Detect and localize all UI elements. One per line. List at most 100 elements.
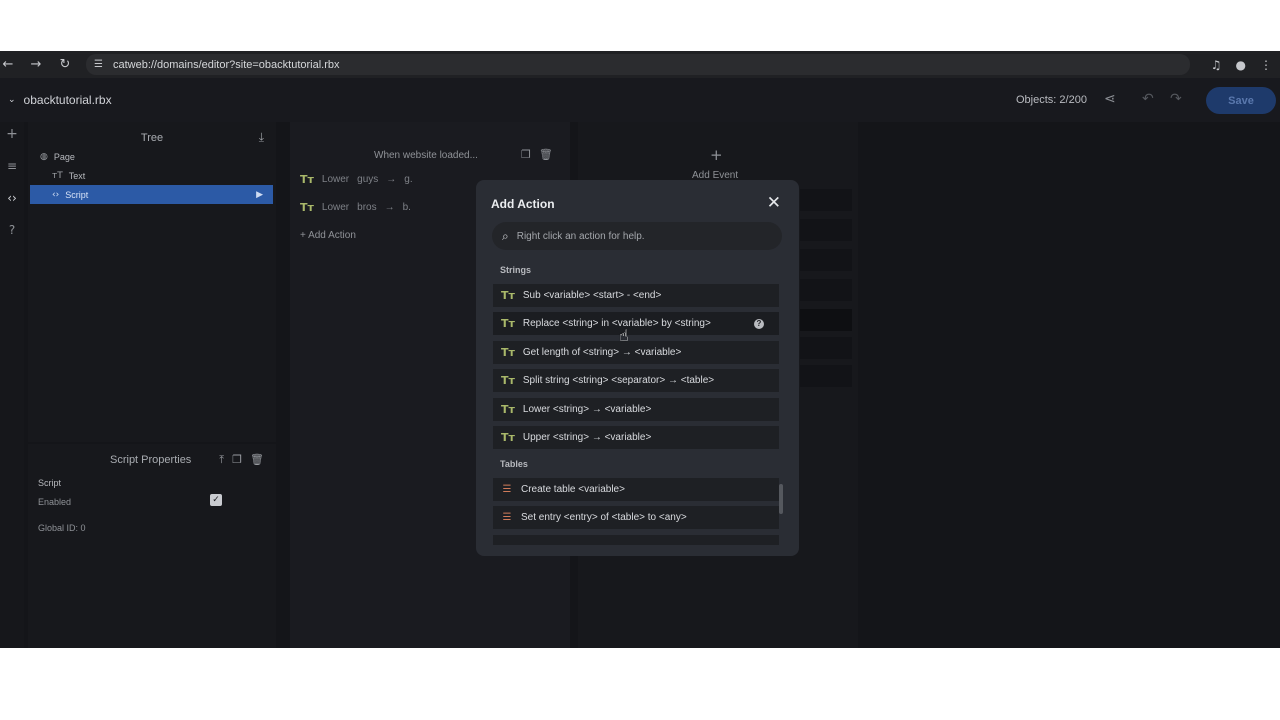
browser-extensions: ♫ ● ⋮: [1211, 51, 1280, 78]
text-icon: ᴛT: [52, 171, 63, 181]
objects-count: Objects: 2/200: [1016, 94, 1087, 106]
action-item[interactable]: Tт Upper <string> → <variable>: [493, 426, 779, 449]
share-icon[interactable]: ⋖: [1104, 91, 1116, 107]
code-icon: ‹›: [52, 189, 60, 200]
global-id: Global ID: 0: [38, 523, 86, 533]
forward-icon[interactable]: →: [22, 57, 50, 72]
action-verb: Lower: [321, 173, 350, 185]
action-label: Sub <variable> <start> - <end>: [522, 290, 662, 301]
site-settings-icon[interactable]: ☰: [94, 59, 103, 70]
event-header: When website loaded...: [374, 150, 478, 161]
undo-icon[interactable]: ↶: [1142, 91, 1154, 107]
dialog-title: Add Action: [491, 197, 555, 211]
help-icon[interactable]: ?: [754, 318, 764, 329]
url-text: catweb://domains/editor?site=obacktutori…: [112, 58, 340, 71]
plus-icon[interactable]: +: [710, 146, 723, 164]
browser-toolbar: ← → ↻ ☰ catweb://domains/editor?site=oba…: [0, 51, 1280, 78]
globe-icon: ◍: [40, 152, 48, 162]
editor-header: ⌄ obacktutorial.rbx Objects: 2/200 ⋖ ↶ ↷…: [0, 78, 1280, 122]
search-icon: ⌕: [502, 228, 509, 243]
mic-icon[interactable]: ●: [1236, 58, 1246, 72]
action-item[interactable]: Tт Split string <string> <separator> → <…: [493, 369, 779, 392]
string-icon: Tт: [501, 317, 515, 330]
string-icon: Tт: [501, 346, 515, 359]
tree-item-page[interactable]: ◍ Page: [40, 152, 75, 162]
event-action-row[interactable]: Tт Lower guys → g.: [300, 169, 413, 189]
help-icon[interactable]: ?: [0, 223, 24, 237]
action-label: Set entry <entry> of <table> to <any>: [521, 512, 687, 523]
string-icon: Tт: [300, 200, 314, 214]
action-arg: guys: [357, 173, 379, 185]
event-slot: [800, 309, 852, 331]
properties-title: Script Properties: [110, 454, 192, 466]
event-actions: ❐ 🗑: [521, 148, 553, 161]
upload-icon[interactable]: ⤒: [219, 453, 224, 467]
chevron-down-icon: ⌄: [8, 95, 16, 105]
properties-section: Script: [38, 478, 62, 488]
arrow-icon: →: [384, 201, 395, 213]
action-label: Replace <string> in <variable> by <strin…: [522, 318, 711, 329]
menu-icon[interactable]: ⋮: [1260, 58, 1272, 72]
left-rail: + ≡ ‹› ?: [0, 122, 24, 648]
event-slot: [800, 279, 852, 301]
action-label: Split string <string> <separator> → <tab…: [522, 375, 715, 386]
action-verb: Lower: [321, 201, 350, 213]
search-box[interactable]: ⌕: [492, 222, 782, 250]
tree-item-label: Script: [65, 189, 89, 200]
action-label: Get length of <string> → <variable>: [522, 347, 682, 358]
action-label: Lower <string> → <variable>: [522, 404, 652, 415]
site-selector[interactable]: ⌄ obacktutorial.rbx: [8, 93, 112, 107]
event-slot: [800, 365, 852, 387]
tree-item-script[interactable]: ‹› Script ▶: [30, 185, 273, 204]
play-icon[interactable]: ▶: [256, 189, 263, 200]
save-button[interactable]: Save: [1206, 87, 1276, 114]
playlist-icon[interactable]: ♫: [1211, 58, 1222, 72]
trash-icon[interactable]: 🗑: [250, 453, 264, 467]
pointer-cursor-icon: ☝: [619, 326, 629, 345]
close-icon[interactable]: ✕: [767, 193, 781, 213]
action-item[interactable]: Tт Lower <string> → <variable>: [493, 398, 779, 421]
tree-panel: Tree ⤓ ◍ Page ᴛT Text ‹› Script ▶: [28, 122, 276, 442]
search-input[interactable]: [516, 230, 757, 242]
table-icon: ☰: [502, 512, 512, 523]
enabled-checkbox[interactable]: ✓: [210, 494, 222, 506]
trash-icon[interactable]: 🗑: [539, 148, 553, 161]
address-bar[interactable]: ☰ catweb://domains/editor?site=obacktuto…: [86, 54, 1190, 75]
action-label: Create table <variable>: [521, 484, 625, 495]
app-window: ← → ↻ ☰ catweb://domains/editor?site=oba…: [0, 51, 1280, 648]
action-item[interactable]: Tт Get length of <string> → <variable>: [493, 341, 779, 364]
action-item[interactable]: Tт Sub <variable> <start> - <end>: [493, 284, 779, 307]
site-name: obacktutorial.rbx: [23, 93, 112, 107]
add-action-link[interactable]: + Add Action: [300, 230, 356, 241]
action-item-partial[interactable]: [493, 535, 779, 545]
script-properties-panel: Script Properties ⤒ ❐ 🗑 Script Enabled ✓…: [28, 444, 276, 648]
string-icon: Tт: [300, 172, 314, 186]
copy-icon[interactable]: ❐: [521, 148, 531, 161]
string-icon: Tт: [501, 403, 515, 416]
copy-icon[interactable]: ❐: [232, 453, 242, 467]
scrollbar[interactable]: [779, 484, 783, 514]
reload-icon[interactable]: ↻: [51, 57, 79, 72]
section-label-strings: Strings: [500, 265, 532, 275]
string-icon: Tт: [501, 289, 515, 302]
string-icon: Tт: [501, 374, 515, 387]
properties-actions: ⤒ ❐ 🗑: [219, 453, 264, 467]
action-label: Upper <string> → <variable>: [522, 432, 652, 443]
enabled-label: Enabled: [38, 497, 72, 507]
download-icon[interactable]: ⤓: [259, 130, 264, 145]
tree-item-label: Text: [68, 171, 86, 181]
action-item[interactable]: ☰ Set entry <entry> of <table> to <any>: [493, 506, 779, 529]
action-item[interactable]: ☰ Create table <variable>: [493, 478, 779, 501]
list-icon[interactable]: ≡: [0, 159, 24, 173]
event-slot: [800, 219, 852, 241]
action-item[interactable]: Tт Replace <string> in <variable> by <st…: [493, 312, 779, 335]
event-action-row[interactable]: Tт Lower bros → b.: [300, 197, 411, 217]
event-slot: [800, 189, 852, 211]
add-icon[interactable]: +: [0, 126, 24, 142]
code-icon[interactable]: ‹›: [0, 191, 24, 205]
add-action-dialog: Add Action ✕ ⌕ Strings Tт Sub <variable>…: [476, 180, 799, 556]
back-icon[interactable]: ←: [0, 57, 22, 72]
action-arg: bros: [357, 201, 377, 213]
redo-icon[interactable]: ↷: [1170, 91, 1182, 107]
tree-item-text[interactable]: ᴛT Text: [52, 171, 85, 181]
